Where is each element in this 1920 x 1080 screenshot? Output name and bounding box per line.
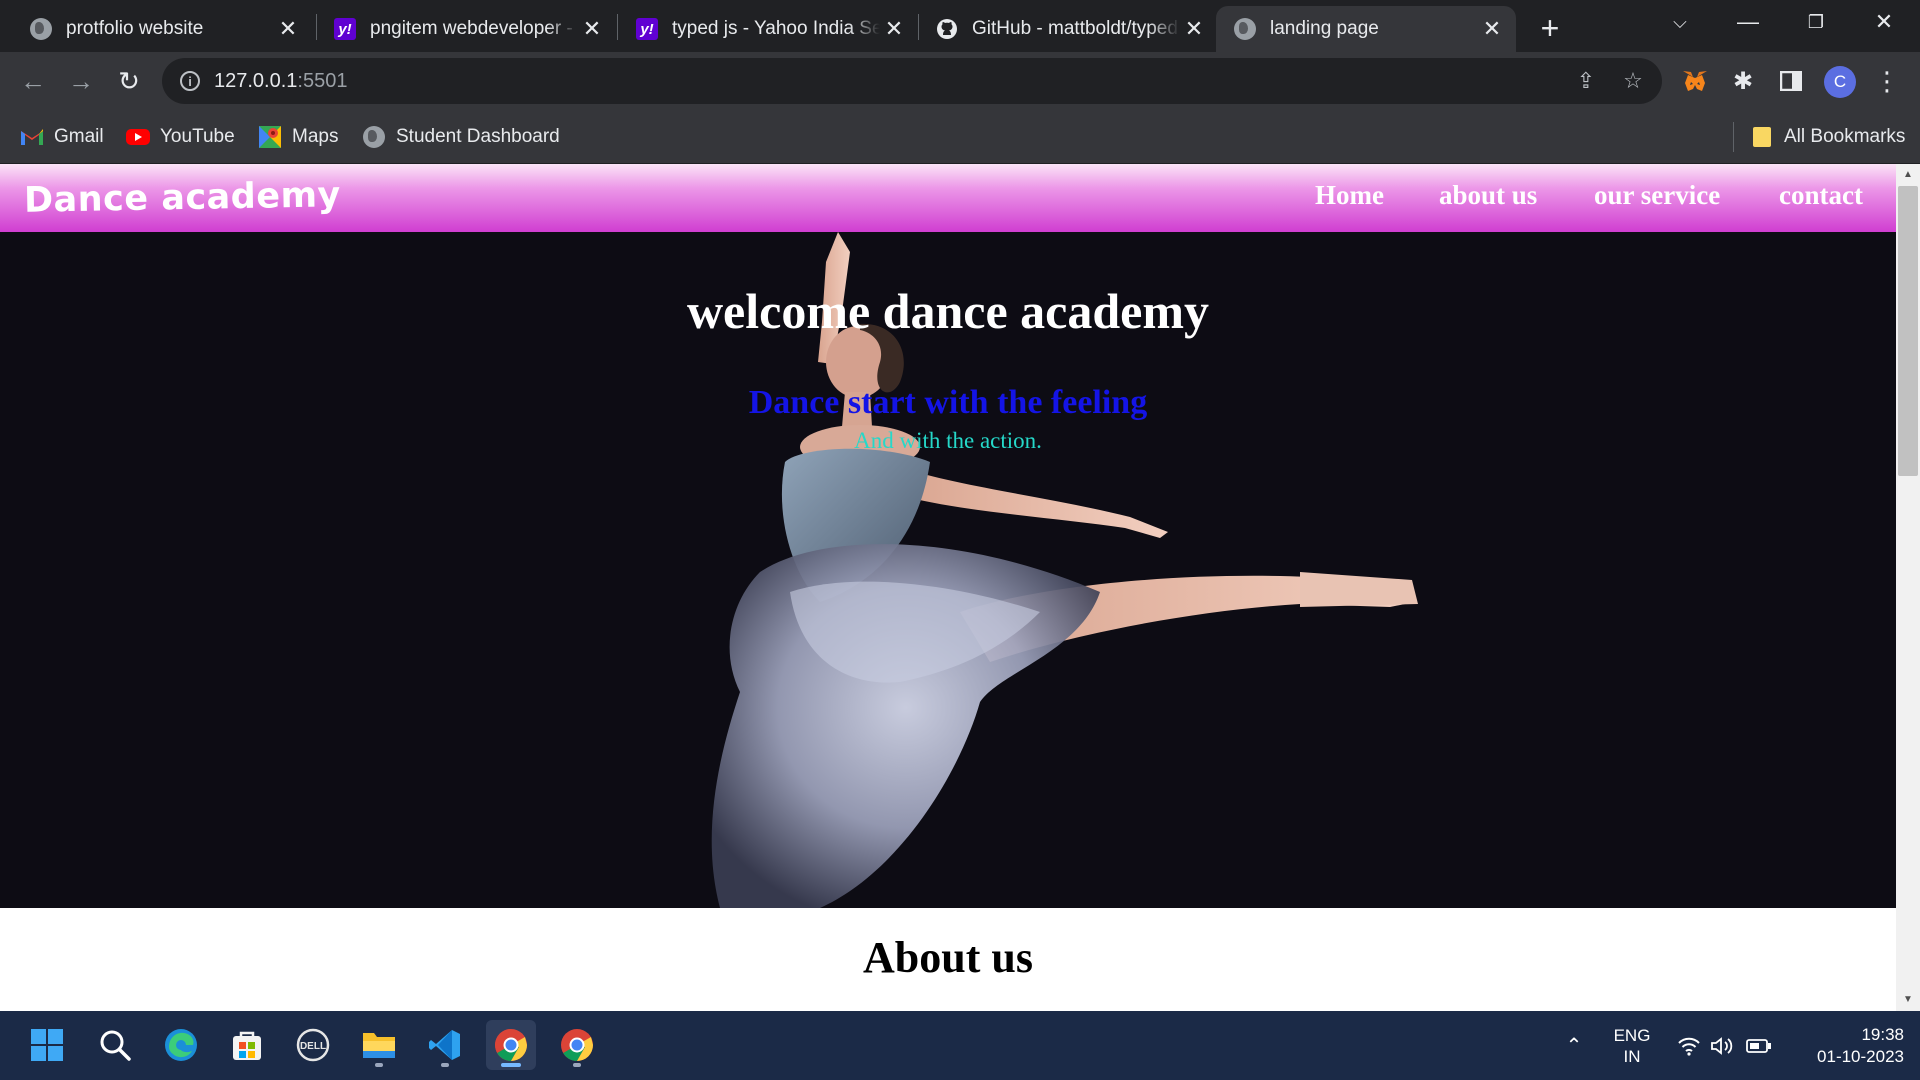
bookmark-label: Maps [292,126,339,147]
show-hidden-icons-chevron-icon[interactable]: ⌃ [1556,1011,1592,1080]
dell-icon[interactable]: DELL [288,1020,338,1070]
address-url: 127.0.0.1:5501 [214,69,348,92]
reload-button[interactable]: ↻ [110,62,148,100]
bookmark-star-icon[interactable]: ☆ [1618,66,1648,96]
side-panel-icon[interactable] [1772,62,1810,100]
windows-start-icon[interactable] [22,1020,72,1070]
clock-date: 01-10-2023 [1817,1046,1904,1066]
hero-title: welcome dance academy [686,283,1210,339]
edge-icon[interactable] [156,1020,206,1070]
tab-github[interactable]: GitHub - mattboldt/typed.js ✕ [918,6,1218,52]
profile-avatar[interactable]: C [1824,66,1856,98]
nav-contact[interactable]: contact [1779,180,1863,211]
tab-title: protfolio website [66,18,204,39]
more-menu-icon[interactable]: ⋮ [1868,62,1906,100]
globe-icon [1234,18,1256,40]
hero-subtitle: And with the action. [854,428,1042,453]
maps-icon [258,126,282,148]
store-icon[interactable] [222,1020,272,1070]
volume-icon[interactable] [1708,1011,1738,1080]
close-icon[interactable]: ✕ [1478,15,1506,43]
share-icon[interactable]: ⇪ [1571,66,1601,96]
site-info-icon[interactable]: i [180,71,200,91]
nav-home[interactable]: Home [1315,180,1384,211]
globe-icon [30,18,52,40]
tab-portfolio[interactable]: protfolio website ✕ [12,6,312,52]
clock-time: 19:38 [1861,1024,1904,1044]
file-explorer-icon[interactable] [354,1020,404,1070]
svg-text:DELL: DELL [300,1041,326,1052]
close-icon[interactable]: ✕ [578,15,606,43]
close-icon[interactable]: ✕ [274,15,302,43]
bookmark-gmail[interactable]: Gmail [20,122,104,152]
metamask-icon[interactable] [1676,62,1714,100]
tab-title: landing page [1270,18,1379,39]
address-bar[interactable]: i 127.0.0.1:5501 ⇪ ☆ [162,58,1662,104]
vscode-icon[interactable] [420,1020,470,1070]
scroll-up-arrow[interactable]: ▲ [1896,166,1920,184]
all-bookmarks[interactable]: All Bookmarks [1750,122,1905,152]
youtube-icon [126,126,150,148]
windows-taskbar: DELL ⌃ ENG IN 19:38 01-10-2023 [0,1011,1920,1080]
all-bookmarks-label: All Bookmarks [1784,126,1906,147]
about-title: About us [863,933,1033,982]
site-brand[interactable]: Dance academy [24,175,341,221]
tab-pngitem[interactable]: y! pngitem webdeveloper - Yahoo India Se… [316,6,616,52]
bookmark-label: Gmail [54,126,104,147]
tab-typed-js[interactable]: y! typed js - Yahoo India Search ✕ [618,6,918,52]
yahoo-icon: y! [334,18,356,40]
gmail-icon [20,126,44,148]
region-code: IN [1623,1046,1641,1066]
about-section: About us [0,908,1896,1011]
nav-our-service[interactable]: our service [1594,180,1720,211]
close-icon[interactable]: ✕ [880,15,908,43]
scroll-down-arrow[interactable]: ▼ [1896,991,1920,1009]
chrome-icon[interactable] [552,1020,602,1070]
bookmark-label: Student Dashboard [396,126,560,147]
tab-title: pngitem webdeveloper - Yahoo India Searc… [370,18,578,39]
site-navbar: Dance academy Home about us our service … [0,164,1896,232]
bookmark-maps[interactable]: Maps [258,122,338,152]
minimize-button[interactable]: — [1720,0,1776,44]
hero-section: welcome dance academy Dance start with t… [0,232,1896,908]
nav-about-us[interactable]: about us [1439,180,1537,211]
forward-button[interactable]: → [62,62,100,100]
github-icon [936,18,958,40]
wifi-icon[interactable] [1674,1011,1704,1080]
tab-title: GitHub - mattboldt/typed.js [972,18,1180,39]
bookmark-youtube[interactable]: YouTube [126,122,235,152]
clock[interactable]: 19:38 01-10-2023 [1784,1011,1904,1080]
folder-icon [1750,126,1774,148]
browser-toolbar: ← → ↻ i 127.0.0.1:5501 ⇪ ☆ ✱ C ⋮ [0,52,1920,110]
extensions-icon[interactable]: ✱ [1724,62,1762,100]
battery-icon[interactable] [1744,1011,1774,1080]
bookmark-label: YouTube [160,126,235,147]
bookmarks-bar: Gmail YouTube Maps Student Dashboard All… [0,110,1920,164]
bookmark-student-dashboard[interactable]: Student Dashboard [362,122,560,152]
tab-strip: protfolio website ✕ y! pngitem webdevelo… [0,0,1920,52]
language-code: ENG [1613,1025,1651,1045]
close-icon[interactable]: ✕ [1180,15,1208,43]
hero-tagline: Dance start with the feeling [748,384,1148,421]
new-tab-button[interactable]: + [1530,8,1570,48]
page-viewport: Dance academy Home about us our service … [0,164,1920,1011]
back-button[interactable]: ← [14,62,52,100]
language-indicator[interactable]: ENG IN [1600,1011,1664,1080]
yahoo-icon: y! [636,18,658,40]
tab-title: typed js - Yahoo India Search [672,18,880,39]
close-window-button[interactable]: ✕ [1856,0,1912,44]
globe-icon [362,126,386,148]
tab-search-icon[interactable]: ⌵ [1652,0,1708,44]
restore-button[interactable]: ❐ [1788,0,1844,44]
scrollbar-thumb[interactable] [1898,186,1918,476]
tab-landing-page[interactable]: landing page ✕ [1216,6,1516,52]
search-icon[interactable] [90,1020,140,1070]
chrome-icon[interactable] [486,1020,536,1070]
